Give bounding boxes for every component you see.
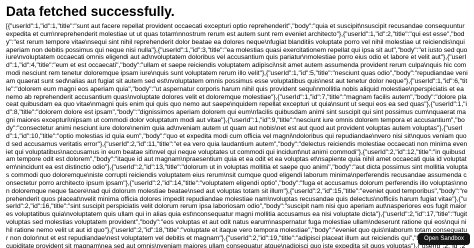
status-heading: Data fetched successfully. <box>6 4 175 19</box>
open-sandbox-button[interactable]: Open Sandbox <box>417 233 470 245</box>
json-response-text: [{"userId":1,"id":1,"title":"sunt aut fa… <box>6 23 468 248</box>
page: Data fetched successfully. [{"userId":1,… <box>0 0 474 248</box>
